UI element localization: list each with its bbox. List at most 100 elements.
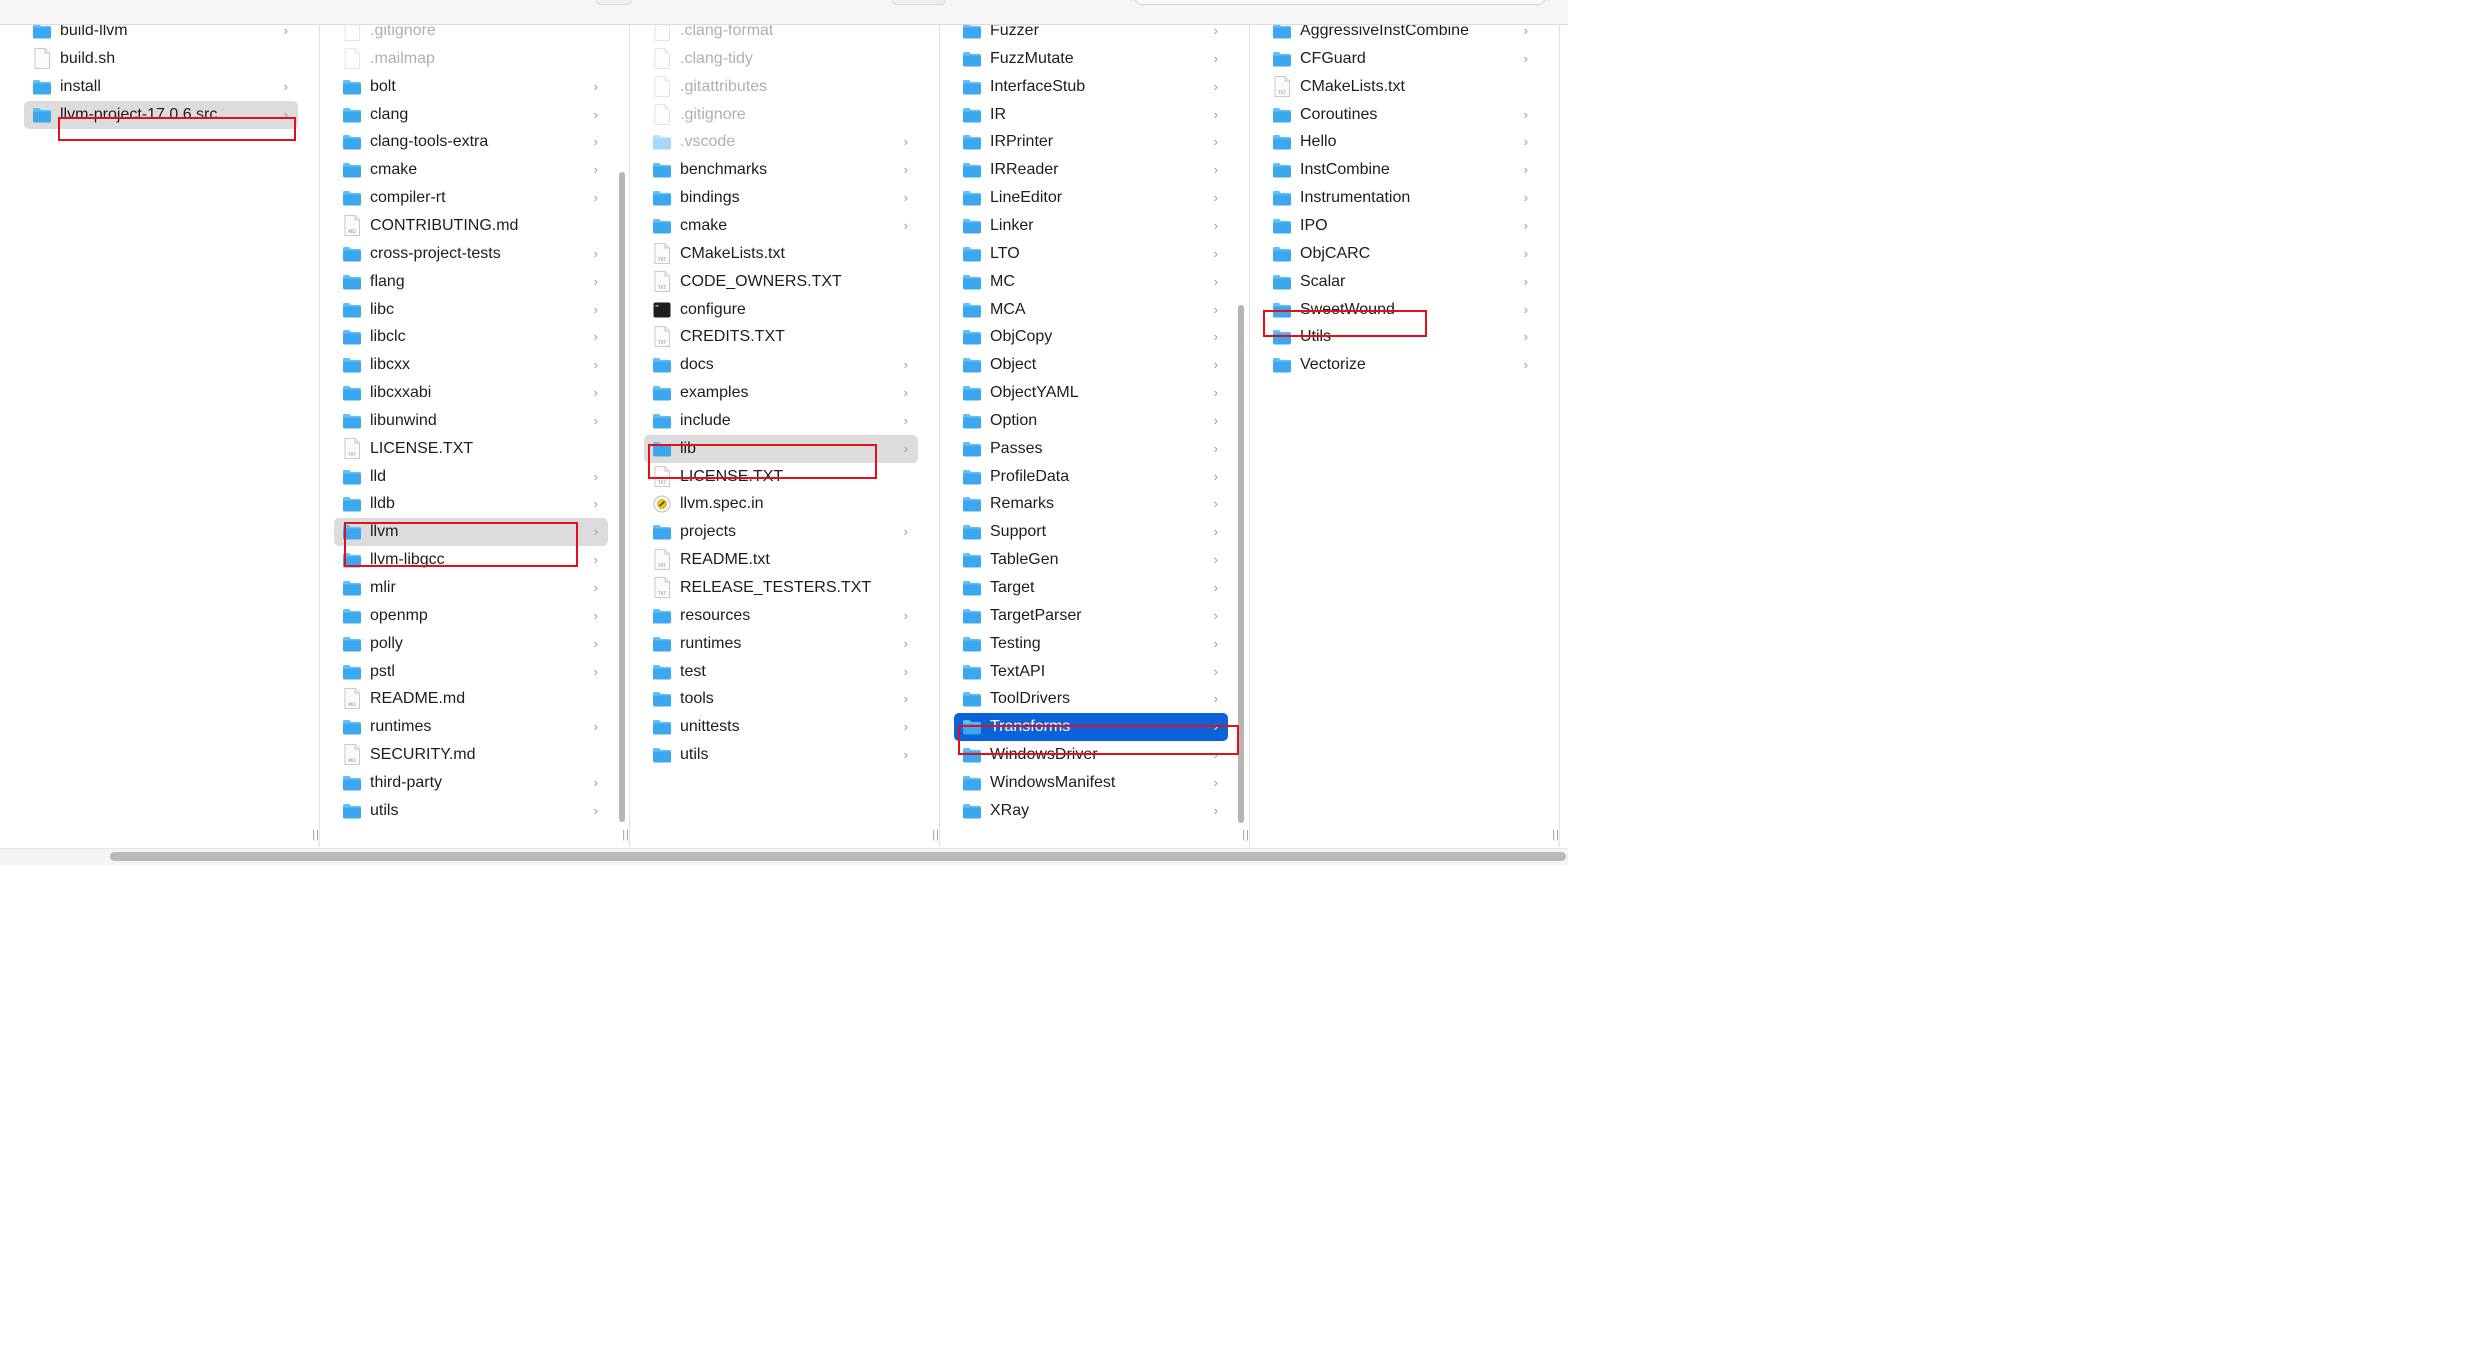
list-item[interactable]: Remarks ›: [954, 490, 1228, 518]
list-item[interactable]: openmp ›: [334, 602, 608, 630]
list-item[interactable]: lld ›: [334, 463, 608, 491]
list-item[interactable]: IRReader ›: [954, 156, 1228, 184]
list-item[interactable]: SweetWound ›: [1264, 296, 1538, 324]
list-item[interactable]: CFGuard ›: [1264, 45, 1538, 73]
browser-column-4[interactable]: Fuzzer › FuzzMutate › InterfaceStub › IR › IRPri…: [940, 25, 1250, 847]
list-item[interactable]: FuzzMutate ›: [954, 45, 1228, 73]
list-item[interactable]: llvm ›: [334, 518, 608, 547]
column-resize-handle[interactable]: ||: [1552, 829, 1559, 841]
list-item[interactable]: cross-project-tests ›: [334, 240, 608, 268]
list-item[interactable]: WindowsDriver ›: [954, 741, 1228, 769]
list-item[interactable]: MD README.md: [334, 685, 608, 713]
browser-column-5[interactable]: AggressiveInstCombine › CFGuard › TXT CMakeLi…: [1250, 25, 1560, 847]
list-item[interactable]: TargetParser ›: [954, 602, 1228, 630]
list-item[interactable]: lib ›: [644, 434, 918, 463]
list-item[interactable]: Testing ›: [954, 630, 1228, 658]
list-item[interactable]: MD CONTRIBUTING.md: [334, 212, 608, 240]
list-item[interactable]: flang ›: [334, 268, 608, 296]
list-item[interactable]: llvm-project-17.0.6.src ›: [24, 100, 298, 129]
column-resize-handle[interactable]: ||: [932, 829, 939, 841]
column-resize-handle[interactable]: ||: [312, 829, 319, 841]
list-item[interactable]: runtimes ›: [334, 713, 608, 741]
list-item[interactable]: compiler-rt ›: [334, 184, 608, 212]
toolbar-button-partial[interactable]: [596, 0, 632, 5]
list-item[interactable]: llvm.spec.in: [644, 490, 918, 518]
list-item[interactable]: TXT CODE_OWNERS.TXT: [644, 268, 918, 296]
list-item[interactable]: .mailmap: [334, 45, 608, 73]
horizontal-scrollbar-thumb[interactable]: [110, 852, 1566, 861]
list-item[interactable]: clang-tools-extra ›: [334, 128, 608, 156]
list-item[interactable]: Linker ›: [954, 212, 1228, 240]
list-item[interactable]: Option ›: [954, 407, 1228, 435]
list-item[interactable]: Fuzzer ›: [954, 25, 1228, 45]
list-item[interactable]: TableGen ›: [954, 546, 1228, 574]
list-item[interactable]: Support ›: [954, 518, 1228, 546]
list-item[interactable]: build-llvm ›: [24, 25, 298, 45]
list-item[interactable]: Object ›: [954, 351, 1228, 379]
list-item[interactable]: polly ›: [334, 630, 608, 658]
list-item[interactable]: configure: [644, 296, 918, 324]
list-item[interactable]: build.sh: [24, 45, 298, 73]
list-item[interactable]: include ›: [644, 407, 918, 435]
list-item[interactable]: TXT LICENSE.TXT: [644, 463, 918, 491]
list-item[interactable]: .gitignore: [644, 101, 918, 129]
column-resize-handle[interactable]: ||: [622, 829, 629, 841]
list-item[interactable]: Vectorize ›: [1264, 351, 1538, 379]
list-item[interactable]: MCA ›: [954, 296, 1228, 324]
column-resize-handle[interactable]: ||: [1242, 829, 1249, 841]
list-item[interactable]: Hello ›: [1264, 128, 1538, 156]
search-field-partial[interactable]: [1134, 0, 1546, 5]
list-item[interactable]: IRPrinter ›: [954, 128, 1228, 156]
list-item[interactable]: IR ›: [954, 101, 1228, 129]
list-item[interactable]: clang ›: [334, 101, 608, 129]
list-item[interactable]: cmake ›: [334, 156, 608, 184]
list-item[interactable]: bolt ›: [334, 73, 608, 101]
list-item[interactable]: ToolDrivers ›: [954, 685, 1228, 713]
list-item[interactable]: MD SECURITY.md: [334, 741, 608, 769]
list-item[interactable]: examples ›: [644, 379, 918, 407]
list-item[interactable]: TXT CMakeLists.txt: [644, 240, 918, 268]
list-item[interactable]: Scalar ›: [1264, 268, 1538, 296]
list-item[interactable]: ProfileData ›: [954, 463, 1228, 491]
list-item[interactable]: XRay ›: [954, 797, 1228, 825]
list-item[interactable]: Transforms ›: [954, 713, 1228, 742]
list-item[interactable]: .clang-tidy: [644, 45, 918, 73]
list-item[interactable]: TextAPI ›: [954, 658, 1228, 686]
list-item[interactable]: pstl ›: [334, 658, 608, 686]
list-item[interactable]: benchmarks ›: [644, 156, 918, 184]
list-item[interactable]: runtimes ›: [644, 630, 918, 658]
list-item[interactable]: Utils ›: [1264, 323, 1538, 351]
list-item[interactable]: utils ›: [334, 797, 608, 825]
list-item[interactable]: libcxx ›: [334, 351, 608, 379]
list-item[interactable]: docs ›: [644, 351, 918, 379]
list-item[interactable]: .vscode ›: [644, 128, 918, 156]
list-item[interactable]: cmake ›: [644, 212, 918, 240]
list-item[interactable]: bindings ›: [644, 184, 918, 212]
list-item[interactable]: .clang-format: [644, 25, 918, 45]
list-item[interactable]: install ›: [24, 73, 298, 101]
list-item[interactable]: TXT RELEASE_TESTERS.TXT: [644, 574, 918, 602]
list-item[interactable]: third-party ›: [334, 769, 608, 797]
list-item[interactable]: libunwind ›: [334, 407, 608, 435]
list-item[interactable]: resources ›: [644, 602, 918, 630]
list-item[interactable]: libc ›: [334, 296, 608, 324]
list-item[interactable]: projects ›: [644, 518, 918, 546]
list-item[interactable]: IPO ›: [1264, 212, 1538, 240]
list-item[interactable]: InstCombine ›: [1264, 156, 1538, 184]
list-item[interactable]: LineEditor ›: [954, 184, 1228, 212]
list-item[interactable]: TXT README.txt: [644, 546, 918, 574]
browser-column-3[interactable]: .clang-format .clang-tidy .gitattributes .g…: [630, 25, 940, 847]
list-item[interactable]: tools ›: [644, 685, 918, 713]
list-item[interactable]: libclc ›: [334, 323, 608, 351]
list-item[interactable]: utils ›: [644, 741, 918, 769]
list-item[interactable]: Coroutines ›: [1264, 101, 1538, 129]
list-item[interactable]: ObjCARC ›: [1264, 240, 1538, 268]
list-item[interactable]: TXT CMakeLists.txt: [1264, 73, 1538, 101]
list-item[interactable]: ObjCopy ›: [954, 323, 1228, 351]
toolbar-segment-partial[interactable]: [892, 0, 946, 5]
list-item[interactable]: LTO ›: [954, 240, 1228, 268]
browser-column-2[interactable]: .gitignore .mailmap bolt › clang › clang-tools…: [320, 25, 630, 847]
list-item[interactable]: TXT LICENSE.TXT: [334, 435, 608, 463]
column-3-scrollbar[interactable]: [619, 172, 625, 822]
list-item[interactable]: InterfaceStub ›: [954, 73, 1228, 101]
